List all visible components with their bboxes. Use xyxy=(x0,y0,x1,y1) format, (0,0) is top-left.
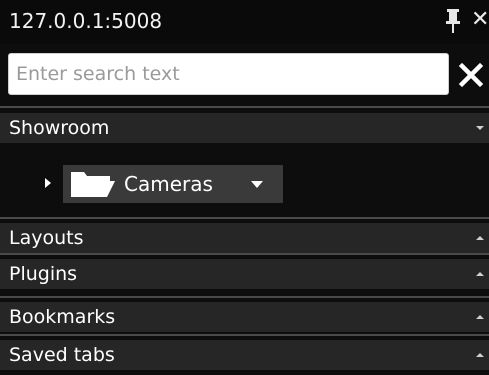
search-box xyxy=(8,53,449,95)
folder-icon xyxy=(71,172,115,197)
section-header-bookmarks[interactable]: Bookmarks xyxy=(0,302,489,332)
tree-view: Cameras xyxy=(0,152,489,216)
close-icon[interactable] xyxy=(458,62,484,88)
window-title: 127.0.0.1:5008 xyxy=(9,9,163,33)
section-label: Bookmarks xyxy=(9,306,116,328)
section-header-saved-tabs[interactable]: Saved tabs xyxy=(0,340,489,370)
chevron-up-icon xyxy=(476,272,484,276)
chevron-up-icon xyxy=(476,236,484,240)
triangle-right-icon[interactable] xyxy=(44,177,52,189)
section-label: Saved tabs xyxy=(9,344,115,366)
chevron-up-icon xyxy=(476,353,484,357)
search-input[interactable] xyxy=(9,54,448,94)
divider xyxy=(0,334,489,336)
tree-node-label: Cameras xyxy=(124,172,213,196)
pin-icon[interactable] xyxy=(445,8,461,34)
section-header-plugins[interactable]: Plugins xyxy=(0,259,489,289)
section-label: Showroom xyxy=(9,117,110,139)
section-header-layouts[interactable]: Layouts xyxy=(0,223,489,253)
chevron-down-icon[interactable] xyxy=(250,180,264,189)
divider xyxy=(0,217,489,219)
divider xyxy=(0,253,489,255)
divider xyxy=(0,106,489,108)
section-label: Plugins xyxy=(9,263,78,285)
chevron-up-icon xyxy=(476,315,484,319)
title-bar: 127.0.0.1:5008 ✕ xyxy=(0,0,489,44)
close-panel-button[interactable]: ✕ xyxy=(471,8,489,32)
tree-node-cameras[interactable]: Cameras xyxy=(63,165,283,203)
chevron-down-icon xyxy=(476,126,484,130)
divider xyxy=(0,296,489,298)
section-label: Layouts xyxy=(9,227,84,249)
section-header-showroom[interactable]: Showroom xyxy=(0,113,489,143)
